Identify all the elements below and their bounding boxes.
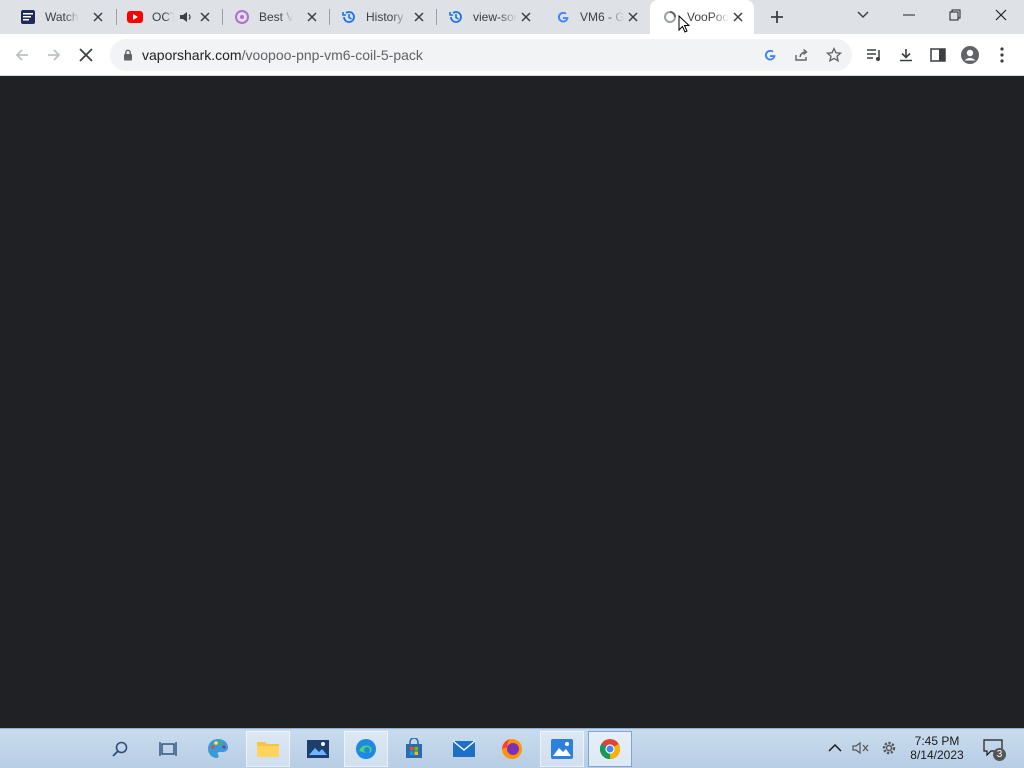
watching-favicon — [20, 9, 36, 25]
best-favicon — [234, 9, 250, 25]
bookmark-star-icon[interactable] — [824, 45, 844, 65]
task-view-button[interactable] — [146, 731, 190, 767]
tab-best-vim[interactable]: Best Vim — [222, 0, 328, 34]
show-hidden-icons-button[interactable] — [824, 737, 846, 759]
windows-taskbar: 7:45 PM 8/14/2023 3 — [0, 728, 1024, 768]
file-explorer-icon[interactable] — [246, 731, 290, 767]
notification-center-button[interactable]: 3 — [980, 737, 1008, 761]
close-icon[interactable] — [304, 9, 320, 25]
tab-oct[interactable]: OCT — [115, 0, 221, 34]
download-button[interactable] — [892, 41, 920, 69]
tab-title: VooPoo — [687, 10, 729, 24]
search-button[interactable] — [98, 731, 142, 767]
tab-title: Best Vim — [259, 10, 293, 24]
lock-icon[interactable] — [118, 45, 138, 65]
new-tab-button[interactable] — [765, 5, 789, 29]
reading-list-button[interactable] — [860, 41, 888, 69]
chrome-icon[interactable] — [588, 731, 632, 767]
tab-voopoo[interactable]: VooPoo — [650, 0, 754, 34]
google-icon — [555, 9, 571, 25]
history-icon — [341, 9, 357, 25]
tab-history[interactable]: History — [329, 0, 435, 34]
notification-count-badge: 3 — [993, 748, 1006, 761]
close-icon[interactable] — [411, 9, 427, 25]
mouse-cursor-icon — [678, 14, 691, 38]
volume-muted-icon[interactable] — [850, 737, 872, 759]
tab-title: OCT — [152, 10, 174, 24]
close-icon[interactable] — [90, 9, 106, 25]
page-content — [0, 76, 1024, 728]
tab-watching[interactable]: Watching — [8, 0, 114, 34]
tab-vm6-google[interactable]: VM6 - Google — [543, 0, 649, 34]
menu-button[interactable] — [988, 41, 1016, 69]
speaker-icon[interactable] — [179, 9, 193, 25]
minimize-button[interactable] — [886, 0, 932, 30]
edge-browser-icon[interactable] — [344, 731, 388, 767]
clock-time: 7:45 PM — [914, 734, 960, 748]
url-text[interactable]: vaporshark.com/voopoo-pnp-vm6-coil-5-pac… — [142, 47, 423, 63]
tab-strip: Watching OCT Best Vim History view-sour — [0, 0, 1024, 34]
store-app-icon[interactable] — [392, 731, 436, 767]
tab-title: Watching — [45, 10, 79, 24]
paint-app-icon[interactable] — [196, 731, 240, 767]
youtube-icon — [127, 9, 143, 25]
tab-title: view-source — [473, 10, 517, 24]
system-clock[interactable]: 7:45 PM 8/14/2023 — [902, 734, 972, 762]
firefox-icon[interactable] — [490, 731, 534, 767]
restore-button[interactable] — [932, 0, 978, 30]
photo-viewer-icon[interactable] — [540, 731, 584, 767]
address-bar[interactable]: vaporshark.com/voopoo-pnp-vm6-coil-5-pac… — [110, 39, 852, 71]
stop-loading-button[interactable] — [72, 41, 100, 69]
photos-app-icon[interactable] — [296, 731, 340, 767]
history-icon — [448, 9, 464, 25]
browser-toolbar: vaporshark.com/voopoo-pnp-vm6-coil-5-pac… — [0, 34, 1024, 76]
tab-title: History — [366, 10, 404, 24]
tab-search-button[interactable] — [840, 0, 886, 30]
settings-gear-icon[interactable] — [878, 737, 900, 759]
url-domain: vaporshark.com — [142, 47, 242, 63]
tab-title: VM6 - Google — [580, 10, 624, 24]
share-icon[interactable] — [792, 45, 812, 65]
close-window-button[interactable] — [978, 0, 1024, 30]
forward-button[interactable] — [40, 41, 68, 69]
mail-app-icon[interactable] — [442, 731, 486, 767]
close-icon[interactable] — [197, 9, 213, 25]
clock-date: 8/14/2023 — [910, 748, 964, 762]
google-lens-icon[interactable] — [760, 45, 780, 65]
tab-view-source[interactable]: view-source — [436, 0, 542, 34]
loading-icon — [662, 9, 678, 25]
side-panel-button[interactable] — [924, 41, 952, 69]
profile-button[interactable] — [956, 41, 984, 69]
start-button[interactable] — [6, 731, 96, 767]
close-icon[interactable] — [730, 9, 746, 25]
close-icon[interactable] — [518, 9, 534, 25]
back-button[interactable] — [8, 41, 36, 69]
close-icon[interactable] — [625, 9, 641, 25]
url-path: /voopoo-pnp-vm6-coil-5-pack — [241, 47, 423, 63]
